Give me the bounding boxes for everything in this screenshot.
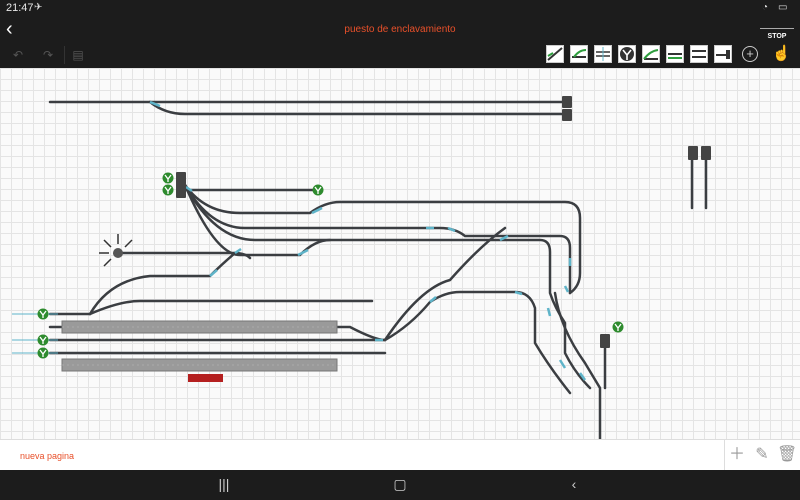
add-page-icon[interactable]: ＋ bbox=[727, 445, 747, 465]
track-top-2 bbox=[148, 100, 567, 116]
nav-back-icon[interactable]: ‹ bbox=[564, 476, 584, 494]
buffer-stops bbox=[176, 96, 711, 348]
buffer-stop-icon[interactable] bbox=[714, 45, 732, 63]
edit-pencil-icon[interactable]: ✎ bbox=[752, 445, 772, 465]
track-layout-drawing[interactable] bbox=[0, 68, 800, 439]
switch-left-icon[interactable] bbox=[642, 45, 660, 63]
save-icon[interactable]: ▤ bbox=[70, 48, 86, 62]
signal-west-1 bbox=[37, 308, 49, 320]
red-train-car[interactable] bbox=[188, 374, 223, 382]
track-center-3 bbox=[183, 183, 592, 390]
tracks bbox=[48, 100, 708, 439]
track-diag-up bbox=[383, 226, 507, 342]
system-nav-bar: ||| ▢ ‹ bbox=[0, 470, 800, 500]
toolbar-divider bbox=[64, 46, 65, 64]
redo-icon[interactable]: ↷ bbox=[40, 48, 56, 62]
track-layout-canvas[interactable] bbox=[0, 68, 800, 439]
page-title: puesto de enclavamiento bbox=[344, 24, 456, 35]
track-west-3 bbox=[48, 290, 572, 395]
switch-right-icon[interactable] bbox=[666, 45, 684, 63]
status-bar: 21:47 ✈ ◔ ▭ bbox=[0, 0, 800, 16]
recent-apps-icon[interactable]: ||| bbox=[214, 476, 234, 494]
home-icon[interactable]: ▢ bbox=[390, 476, 410, 494]
signal-end-spur bbox=[312, 184, 324, 196]
double-track-icon[interactable] bbox=[690, 45, 708, 63]
signal-west-2 bbox=[37, 334, 49, 346]
hand-pointer-icon[interactable]: ☝ bbox=[772, 44, 791, 64]
turntable-icon[interactable] bbox=[618, 45, 636, 63]
level-crossing-marks bbox=[12, 313, 58, 354]
signal-west-3 bbox=[37, 347, 49, 359]
app-bar: ‹ puesto de enclavamiento STOP ↶ ↷ ▤ + ☝ bbox=[0, 16, 800, 68]
straight-track-icon[interactable] bbox=[546, 45, 564, 63]
footer-divider bbox=[724, 440, 725, 471]
undo-icon[interactable]: ↶ bbox=[10, 48, 26, 62]
signal-right bbox=[612, 321, 624, 333]
signal-left-upper bbox=[162, 172, 174, 184]
notification-icon: ✈ bbox=[34, 2, 43, 13]
app-window: 21:47 ✈ ◔ ▭ ‹ puesto de enclavamiento ST… bbox=[0, 0, 800, 500]
status-time: 21:47 bbox=[6, 2, 34, 14]
page-tab-label[interactable]: nueva pagina bbox=[20, 451, 74, 461]
stop-button[interactable]: STOP bbox=[760, 28, 794, 44]
diagonal-track-icon[interactable] bbox=[570, 45, 588, 63]
page-footer: nueva pagina ＋ ✎ 🗑 bbox=[0, 439, 800, 471]
signal-left-lower bbox=[162, 184, 174, 196]
battery-icon: ▭ bbox=[778, 2, 788, 13]
wifi-icon: ◔ bbox=[762, 2, 769, 13]
trash-icon[interactable]: 🗑 bbox=[777, 445, 797, 465]
lamp-icon[interactable] bbox=[99, 234, 133, 267]
add-element-icon[interactable]: + bbox=[742, 46, 758, 62]
track-right-down bbox=[553, 291, 602, 439]
crossing-track-icon[interactable] bbox=[594, 45, 612, 63]
track-spur-end bbox=[88, 299, 374, 316]
track-center-4 bbox=[183, 183, 332, 257]
